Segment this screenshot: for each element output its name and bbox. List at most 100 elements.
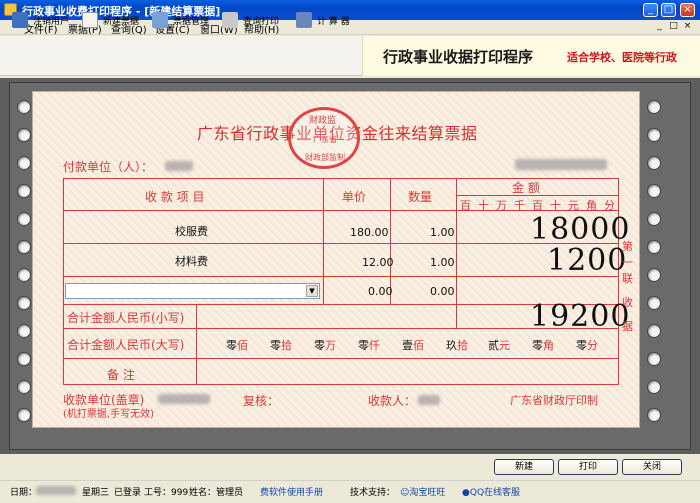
status-date-label: 日期： [10, 488, 38, 498]
banner-subtitle: 适合学校、医院等行政 [567, 51, 677, 64]
row-2-item[interactable]: 材料费 [175, 253, 208, 269]
perforation-hole [17, 156, 31, 170]
document-icon [82, 12, 98, 28]
status-work-id: 工号：999 [144, 488, 189, 498]
digit-unit: 千 [514, 199, 525, 212]
banner-title: 行政事业收据打印程序 [383, 48, 534, 66]
calculator-button[interactable]: 计 算 器 [296, 10, 350, 30]
query-print-button[interactable]: 查询打印 [222, 10, 279, 30]
banner: 行政事业收据打印程序 适合学校、医院等行政 [362, 36, 700, 76]
printer-icon [222, 12, 238, 28]
ticket-manage-button[interactable]: 票据管理 [152, 10, 209, 30]
maximize-button[interactable]: □ [661, 3, 676, 17]
perforation-hole [17, 408, 31, 422]
digit-unit: 元 [568, 199, 579, 212]
perforation-hole [17, 100, 31, 114]
redacted-payer [165, 161, 193, 171]
tool-label: 计 算 器 [317, 16, 350, 27]
row-1-price[interactable]: 180.00 [350, 226, 389, 239]
payee-label: 收款人： [368, 394, 417, 408]
row-1-qty[interactable]: 1.00 [430, 226, 455, 239]
logout-user-button[interactable]: 注销用户 [12, 10, 69, 30]
taobao-link[interactable]: ☺淘宝旺旺 [400, 485, 445, 498]
redacted-ticket-no [515, 159, 607, 170]
row-1-item[interactable]: 校服费 [175, 223, 208, 239]
mdi-restore-button[interactable]: □ [668, 21, 679, 32]
row-2-amount: 1200 [547, 243, 628, 278]
receiver-note: (机打票据,手写无效) [63, 409, 154, 420]
total-small-amount: 19200 [530, 299, 631, 334]
status-weekday: 星期三 [82, 488, 110, 498]
perforation-hole [647, 240, 661, 254]
header-price: 单价 [342, 190, 367, 204]
seal-top-text: 财政监 [309, 116, 337, 126]
tool-label: 票据管理 [173, 16, 210, 27]
perforation-hole [647, 100, 661, 114]
row-2-qty[interactable]: 1.00 [430, 256, 455, 269]
digit-unit: 分 [604, 199, 615, 212]
row-3-price[interactable]: 0.00 [368, 285, 393, 298]
new-ticket-button[interactable]: 新建票据 [82, 10, 139, 30]
close-button[interactable]: 关闭 [622, 459, 682, 475]
status-name: 姓名：管理员 [189, 488, 244, 498]
header-item: 收 款 项 目 [145, 190, 205, 204]
perforation-hole [17, 212, 31, 226]
redacted-date [36, 486, 76, 495]
total-small-label: 合计金额人民币(小写) [67, 311, 185, 325]
perforation-hole [17, 296, 31, 310]
print-button[interactable]: 打印 [558, 459, 618, 475]
new-button[interactable]: 新建 [494, 459, 554, 475]
remark-label: 备 注 [107, 368, 135, 382]
perforation-hole [17, 352, 31, 366]
redacted-payee [418, 395, 440, 405]
perforation-hole [647, 352, 661, 366]
digit-unit: 十 [550, 199, 561, 212]
perforation-hole [647, 156, 661, 170]
row-1-amount: 18000 [530, 212, 631, 247]
perforation-hole [647, 184, 661, 198]
qq-icon: ● [462, 488, 470, 498]
side-label-char: 收 [622, 296, 633, 309]
side-label-char: 据 [622, 320, 633, 333]
perforation-hole [17, 240, 31, 254]
item-select[interactable]: ▼ [65, 283, 320, 299]
perforation-hole [647, 380, 661, 394]
perforation-hole [647, 212, 661, 226]
seal-middle-text: 广东省 [313, 135, 337, 144]
ticket-manage-icon [152, 12, 168, 28]
perforation-hole [17, 128, 31, 142]
minimize-button[interactable]: _ [643, 3, 658, 17]
qq-link[interactable]: ●QQ在线客服 [462, 485, 520, 498]
digit-unit: 十 [478, 199, 489, 212]
side-label-char: 联 [622, 272, 633, 285]
official-seal: 财政监 广东省 财政部监制 [288, 107, 360, 169]
redacted-receiver [158, 394, 210, 404]
mdi-close-button[interactable]: × [682, 21, 693, 32]
support-label: 技术支持： [350, 488, 396, 498]
payer-label: 付款单位（人）： [63, 160, 154, 174]
tool-label: 注销用户 [33, 16, 70, 27]
calculator-icon [296, 12, 312, 28]
total-big-amount: 零佰 零拾 零万 零仟 壹佰 玖拾 贰元 零角 零分 [226, 339, 598, 352]
perforation-hole [17, 324, 31, 338]
perforation-hole [647, 296, 661, 310]
user-icon [12, 12, 28, 28]
header-amount: 金 额 [512, 181, 540, 195]
chevron-down-icon[interactable]: ▼ [306, 285, 318, 297]
perforation-hole [647, 408, 661, 422]
perforation-hole [647, 128, 661, 142]
mdi-minimize-button[interactable]: _ [654, 21, 665, 32]
side-label-char: 第 [622, 240, 633, 253]
perforation-hole [17, 380, 31, 394]
digit-unit: 角 [586, 199, 597, 212]
digit-unit: 百 [532, 199, 543, 212]
close-window-button[interactable]: × [680, 3, 695, 17]
perforation-hole [17, 268, 31, 282]
row-3-qty[interactable]: 0.00 [430, 285, 455, 298]
digit-unit: 百 [460, 199, 471, 212]
header-qty: 数量 [408, 190, 433, 204]
row-2-price[interactable]: 12.00 [362, 256, 394, 269]
status-login: 已登录 [114, 488, 142, 498]
manual-link[interactable]: 费软件使用手册 [260, 485, 323, 498]
digit-unit: 万 [496, 199, 507, 212]
